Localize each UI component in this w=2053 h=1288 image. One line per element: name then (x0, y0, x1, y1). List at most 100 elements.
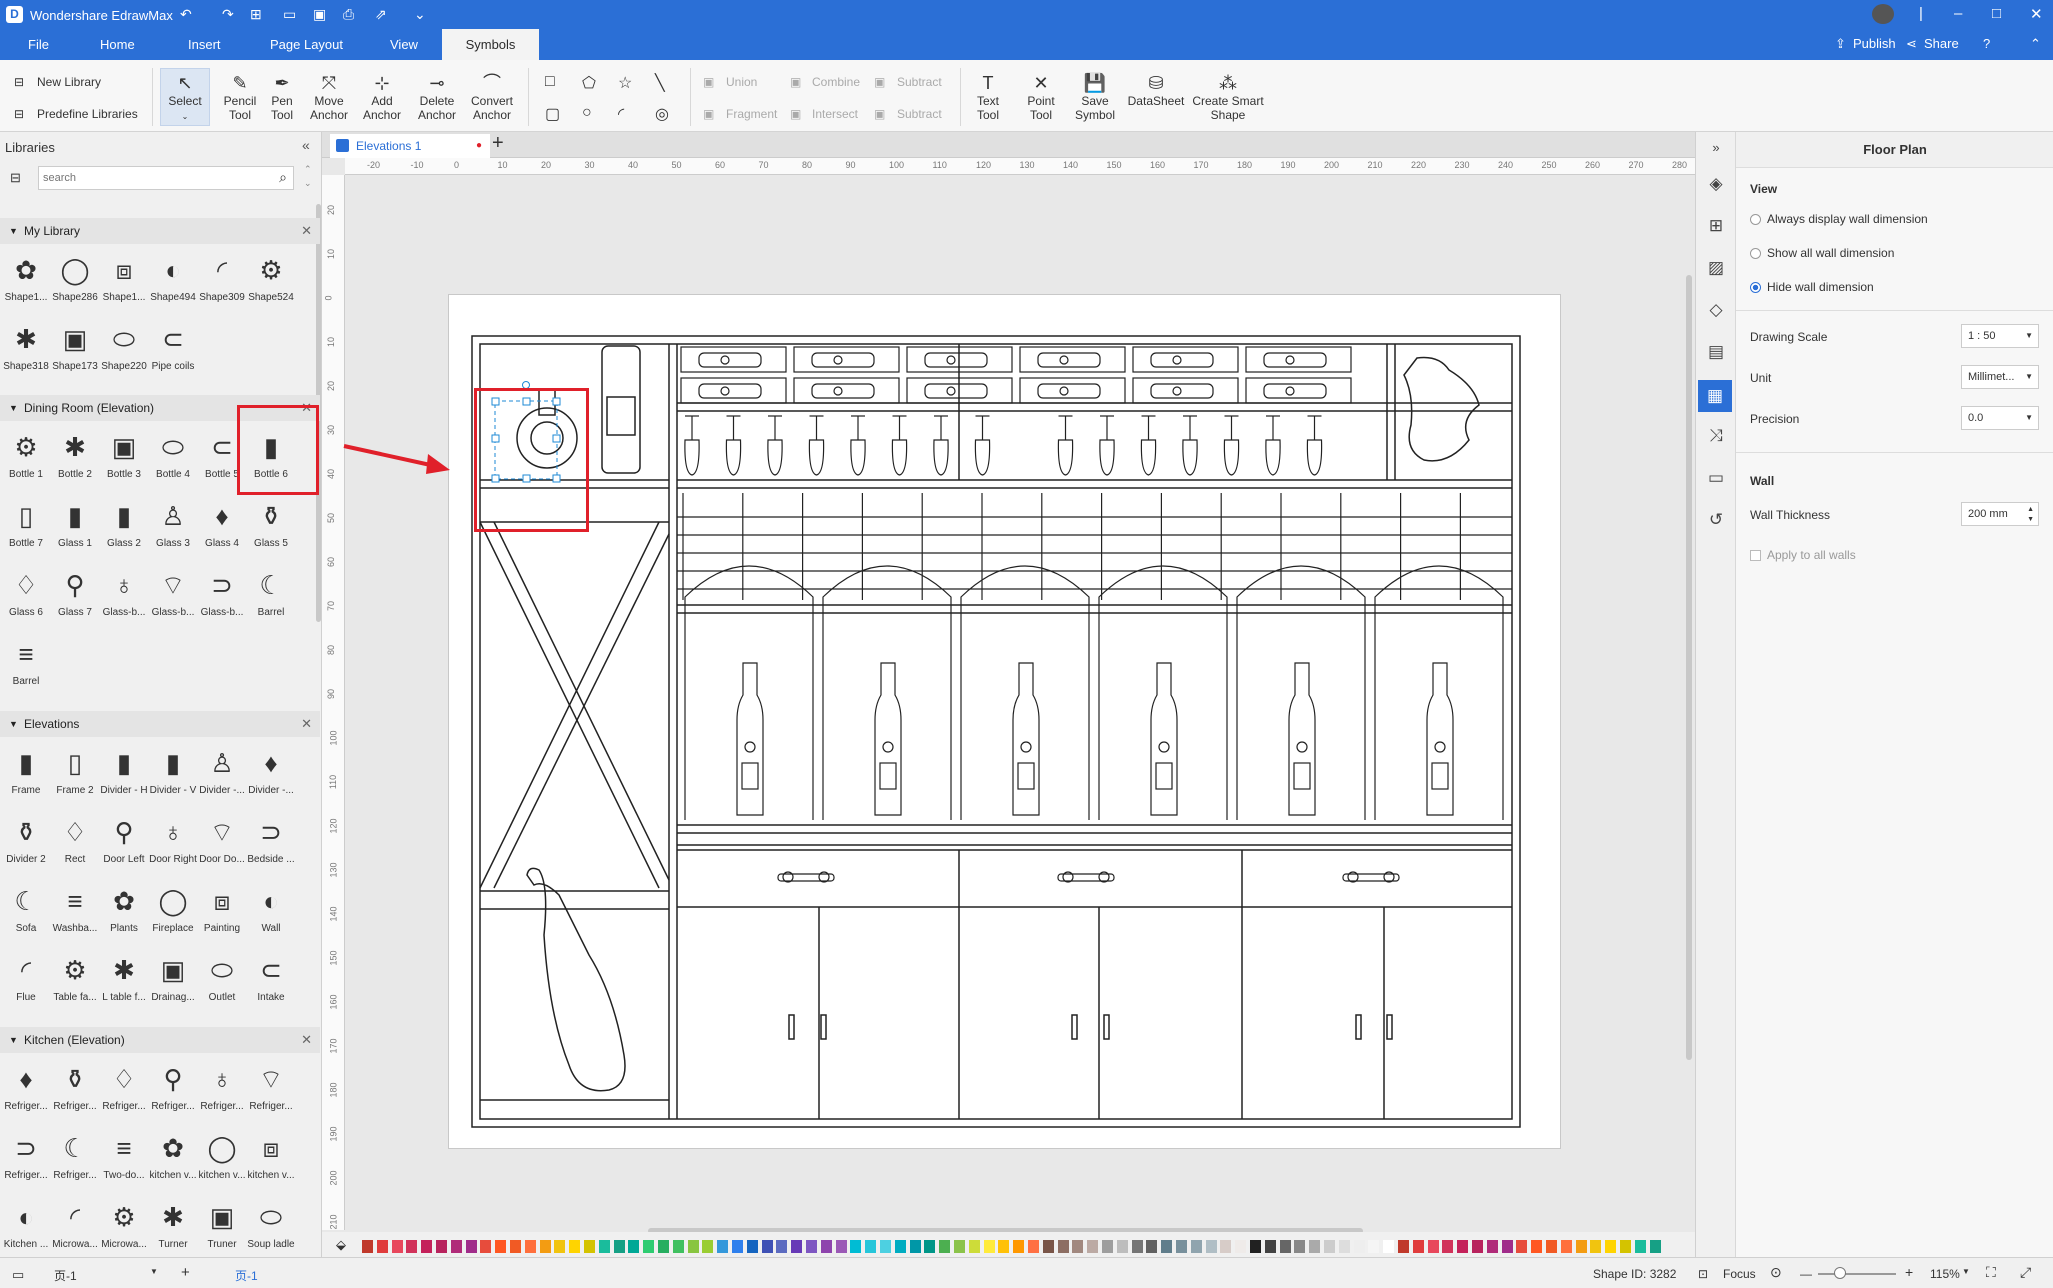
library-shape[interactable]: ◯ kitchen v... (198, 1126, 246, 1192)
publish-icon[interactable]: ⇪ (1835, 36, 1846, 52)
combine-button[interactable]: Combine (812, 75, 860, 89)
color-swatch[interactable] (510, 1240, 521, 1253)
color-swatch[interactable] (1486, 1240, 1498, 1253)
color-swatch[interactable] (1472, 1240, 1483, 1253)
library-shape[interactable]: ⚲ Glass 7 (51, 563, 99, 629)
color-swatch[interactable] (1235, 1240, 1247, 1253)
color-swatch[interactable] (1412, 1240, 1424, 1253)
library-shape[interactable]: ✱ Shape318 (2, 317, 50, 383)
add-page-icon[interactable]: + (181, 1264, 190, 1281)
color-swatch[interactable] (450, 1240, 462, 1253)
color-swatch[interactable] (1190, 1240, 1202, 1253)
share-icon[interactable]: ⋖ (1906, 36, 1917, 52)
menu-view[interactable]: View (390, 37, 418, 52)
history-icon[interactable]: ↺ (1704, 508, 1728, 532)
floor-plan-icon[interactable]: ▦ (1698, 380, 1732, 412)
library-shape[interactable]: ⌔ Glass-b... (149, 563, 197, 629)
color-swatch[interactable] (791, 1240, 803, 1253)
color-swatch[interactable] (983, 1240, 995, 1253)
color-swatch[interactable] (1457, 1240, 1469, 1253)
library-shape[interactable]: ⚱ Divider 2 (2, 810, 50, 876)
convert-anchor-tool[interactable]: ⌒ Convert Anchor (466, 72, 518, 122)
library-shape[interactable]: ✱ L table f... (100, 948, 148, 1014)
color-swatch[interactable] (1294, 1240, 1306, 1253)
image-icon[interactable]: ▨ (1704, 256, 1728, 280)
color-swatch[interactable] (702, 1240, 714, 1253)
library-shape[interactable]: ⬭ Soup ladle (247, 1195, 295, 1261)
library-shape[interactable]: ⧈ Shape1... (100, 248, 148, 314)
color-swatch[interactable] (1176, 1240, 1187, 1253)
library-shape[interactable]: ♦ Divider -... (247, 741, 295, 807)
library-shape[interactable]: ♢ Glass 6 (2, 563, 50, 629)
color-swatch[interactable] (924, 1240, 936, 1253)
library-shape[interactable]: ▣ Truner (198, 1195, 246, 1261)
library-shape[interactable]: ◜ Flue (2, 948, 50, 1014)
layers-icon[interactable]: ◇ (1704, 298, 1728, 322)
color-swatch[interactable] (465, 1240, 477, 1253)
library-shape[interactable]: ◜ Microwa... (51, 1195, 99, 1261)
color-swatch[interactable] (1560, 1240, 1572, 1253)
fit-page-icon[interactable]: ⛶ (1986, 1264, 1996, 1281)
color-swatch[interactable] (1590, 1240, 1602, 1253)
library-shape[interactable]: ☾ Refriger... (51, 1126, 99, 1192)
library-shape[interactable]: ▮ Divider - H (100, 741, 148, 807)
color-swatch[interactable] (1013, 1240, 1025, 1253)
color-swatch[interactable] (1427, 1240, 1439, 1253)
document-tab[interactable]: Elevations 1 ● (330, 134, 490, 158)
color-swatch[interactable] (672, 1240, 684, 1253)
library-shape[interactable]: ✱ Turner (149, 1195, 197, 1261)
redo-icon[interactable]: ↷ (222, 6, 234, 23)
library-shape[interactable]: ▣ Shape173 (51, 317, 99, 383)
library-shape[interactable]: ▮ Glass 1 (51, 494, 99, 560)
library-shape[interactable]: ⬭ Shape220 (100, 317, 148, 383)
library-shape[interactable]: ⊂ Intake (247, 948, 295, 1014)
zoom-in-icon[interactable]: + (1905, 1264, 1913, 1280)
library-shape[interactable]: ≡ Barrel (2, 632, 50, 698)
menu-symbols[interactable]: Symbols (442, 29, 539, 60)
library-shape[interactable]: ✿ Plants (100, 879, 148, 945)
color-swatch[interactable] (436, 1240, 447, 1253)
focus-button[interactable]: Focus (1723, 1267, 1756, 1281)
color-swatch[interactable] (968, 1240, 980, 1253)
color-swatch[interactable] (539, 1240, 551, 1253)
checkbox[interactable] (1750, 550, 1761, 561)
library-shape[interactable]: ⚙ Microwa... (100, 1195, 148, 1261)
color-swatch[interactable] (1116, 1240, 1128, 1253)
subtract2-button[interactable]: Subtract (897, 107, 942, 121)
library-shape[interactable]: ⌔ Door Do... (198, 810, 246, 876)
expand-panel-icon[interactable]: » (1704, 136, 1728, 160)
search-icon[interactable]: ⌕ (279, 169, 287, 186)
connector-icon[interactable]: ⤨ (1704, 424, 1728, 448)
zoom-slider[interactable] (1818, 1273, 1896, 1275)
library-shape[interactable]: ◜ Shape309 (198, 248, 246, 314)
canvas-scrollbar-v[interactable] (1686, 275, 1692, 1060)
library-shape[interactable]: ⬭ Bottle 4 (149, 425, 197, 491)
library-shape[interactable]: ♢ Rect (51, 810, 99, 876)
color-swatch[interactable] (1620, 1240, 1631, 1253)
color-swatch[interactable] (1161, 1240, 1173, 1253)
library-shape[interactable]: ⊂ Pipe coils (149, 317, 197, 383)
page-view-icon[interactable]: ▭ (12, 1267, 24, 1283)
collapse-panel-icon[interactable]: « (302, 137, 310, 153)
library-shape[interactable]: ♦ Refriger... (2, 1057, 50, 1123)
library-group-header[interactable]: ▼ Elevations ✕ (0, 711, 320, 737)
add-tab-icon[interactable]: + (492, 132, 504, 155)
share-button[interactable]: Share (1924, 36, 1959, 51)
color-swatch[interactable] (1028, 1240, 1039, 1253)
library-shape[interactable]: ◐ Shape494 (149, 248, 197, 314)
apply-all-walls-checkbox[interactable]: Apply to all walls (1750, 548, 1856, 562)
color-swatch[interactable] (761, 1240, 773, 1253)
color-swatch[interactable] (1501, 1240, 1513, 1253)
library-shape[interactable]: ◯ Shape286 (51, 248, 99, 314)
collapse-triangle-icon[interactable]: ▼ (9, 711, 18, 737)
library-shape[interactable]: ◐ Wall (247, 879, 295, 945)
presentation-icon[interactable]: ▭ (1704, 466, 1728, 490)
scroll-up-icon[interactable]: ⌃ (304, 164, 312, 175)
scroll-down-icon[interactable]: ⌄ (304, 178, 312, 189)
more-icon[interactable]: ⌄ (414, 6, 426, 23)
wine-cabinet-elevation[interactable] (449, 295, 1562, 1150)
library-shape[interactable]: ▯ Bottle 7 (2, 494, 50, 560)
color-swatch[interactable] (954, 1240, 965, 1253)
color-swatch[interactable] (1516, 1240, 1528, 1253)
menu-file[interactable]: File (28, 37, 49, 52)
